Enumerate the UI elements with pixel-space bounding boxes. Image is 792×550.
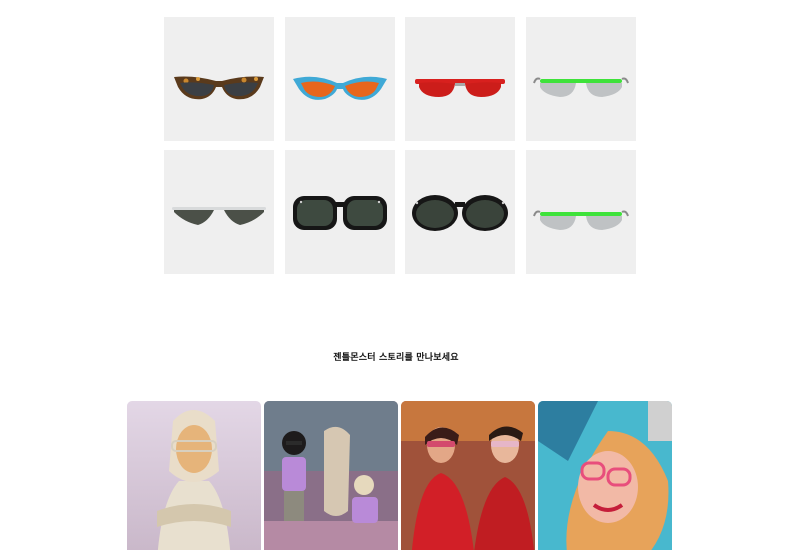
product-tile-7[interactable]: [405, 150, 516, 274]
product-grid: [164, 17, 636, 274]
story-card-1[interactable]: [127, 401, 261, 550]
product-tile-3[interactable]: [405, 17, 516, 141]
product-tile-6[interactable]: [284, 150, 395, 274]
story-image-knit-hood: [127, 401, 261, 550]
product-tile-1[interactable]: [164, 17, 274, 141]
product-tile-2[interactable]: [284, 17, 395, 141]
story-card-4[interactable]: [538, 401, 672, 550]
green-bar-sunglasses-icon: [532, 210, 629, 230]
green-bar-sunglasses-icon: [532, 77, 629, 97]
product-tile-4[interactable]: [525, 17, 636, 141]
square-black-sunglasses-icon: [292, 196, 387, 230]
story-card-2[interactable]: [264, 401, 398, 550]
red-oval-sunglasses-icon: [415, 79, 506, 97]
cat-eye-blue-sunglasses-icon: [292, 76, 387, 100]
story-card-3[interactable]: [401, 401, 535, 550]
product-tile-8[interactable]: [525, 150, 636, 274]
triangle-silver-sunglasses-icon: [172, 207, 266, 225]
cat-eye-tortoise-sunglasses-icon: [174, 76, 264, 100]
product-tile-5[interactable]: [164, 150, 274, 274]
round-black-sunglasses-icon: [412, 195, 509, 231]
story-image-red-jacket: [401, 401, 535, 550]
stories-heading: 젠틀몬스터 스토리를 만나보세요: [333, 353, 459, 363]
story-image-comic: [538, 401, 672, 550]
story-carousel: [127, 401, 672, 550]
story-image-alpaca: [264, 401, 398, 550]
